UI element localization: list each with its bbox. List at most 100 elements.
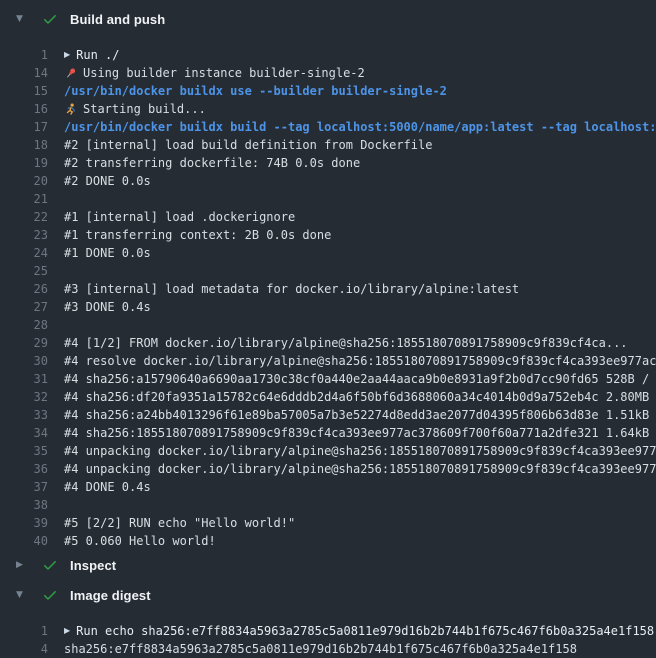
line-text: #2 [internal] load build definition from… xyxy=(64,136,432,154)
line-text: Using builder instance builder-single-2 xyxy=(83,64,365,82)
log-line: 23 #1 transferring context: 2B 0.0s done xyxy=(0,226,656,244)
log-line: 19 #2 transferring dockerfile: 74B 0.0s … xyxy=(0,154,656,172)
line-content: #4 DONE 0.4s xyxy=(64,478,151,496)
log-line: 16 Starting build... xyxy=(0,100,656,118)
line-text: Run echo sha256:e7ff8834a5963a2785c5a081… xyxy=(76,622,654,640)
log-line: 24 #1 DONE 0.0s xyxy=(0,244,656,262)
line-number[interactable]: 37 xyxy=(0,478,48,496)
line-number[interactable]: 1 xyxy=(0,46,48,64)
log-line: 36 #4 unpacking docker.io/library/alpine… xyxy=(0,460,656,478)
line-number[interactable]: 33 xyxy=(0,406,48,424)
line-number[interactable]: 27 xyxy=(0,298,48,316)
line-number[interactable]: 28 xyxy=(0,316,48,334)
line-number[interactable]: 35 xyxy=(0,442,48,460)
line-text: #3 [internal] load metadata for docker.i… xyxy=(64,280,519,298)
line-number[interactable]: 29 xyxy=(0,334,48,352)
line-text: #5 0.060 Hello world! xyxy=(64,532,216,550)
line-content: #5 [2/2] RUN echo "Hello world!" xyxy=(64,514,295,532)
line-content: /usr/bin/docker buildx build --tag local… xyxy=(64,118,656,136)
log-line: 17 /usr/bin/docker buildx build --tag lo… xyxy=(0,118,656,136)
line-number[interactable]: 32 xyxy=(0,388,48,406)
chevron-down-icon: ▼ xyxy=(16,14,30,24)
log-line: 26 #3 [internal] load metadata for docke… xyxy=(0,280,656,298)
line-number[interactable]: 38 xyxy=(0,496,48,514)
log-section: ▶ Inspect xyxy=(0,550,656,580)
line-text: #1 [internal] load .dockerignore xyxy=(64,208,295,226)
line-content: #4 sha256:185518070891758909c9f839cf4ca3… xyxy=(64,424,656,442)
success-check-icon xyxy=(42,11,58,27)
line-text: #3 DONE 0.4s xyxy=(64,298,151,316)
line-number[interactable]: 15 xyxy=(0,82,48,100)
line-text: #4 resolve docker.io/library/alpine@sha2… xyxy=(64,352,656,370)
line-content: Using builder instance builder-single-2 xyxy=(64,64,365,82)
line-number[interactable]: 23 xyxy=(0,226,48,244)
line-content: #1 transferring context: 2B 0.0s done xyxy=(64,226,331,244)
line-text: /usr/bin/docker buildx build --tag local… xyxy=(64,118,656,136)
line-number[interactable]: 34 xyxy=(0,424,48,442)
line-content: #4 unpacking docker.io/library/alpine@sh… xyxy=(64,442,656,460)
line-number[interactable]: 20 xyxy=(0,172,48,190)
log-line: 15 /usr/bin/docker buildx use --builder … xyxy=(0,82,656,100)
log-line: 22 #1 [internal] load .dockerignore xyxy=(0,208,656,226)
line-content: #4 sha256:a15790640a6690aa1730c38cf0a440… xyxy=(64,370,656,388)
runner-icon xyxy=(64,103,77,116)
line-content: #2 [internal] load build definition from… xyxy=(64,136,432,154)
line-text: #4 sha256:a24bb4013296f61e89ba57005a7b3e… xyxy=(64,406,656,424)
line-text: #4 sha256:a15790640a6690aa1730c38cf0a440… xyxy=(64,370,656,388)
success-check-icon xyxy=(42,587,58,603)
line-content: Starting build... xyxy=(64,100,206,118)
line-text: #4 [1/2] FROM docker.io/library/alpine@s… xyxy=(64,334,628,352)
section-log-lines: 1 ▶ Run echo sha256:e7ff8834a5963a2785c5… xyxy=(0,610,656,658)
log-line: 20 #2 DONE 0.0s xyxy=(0,172,656,190)
line-number[interactable]: 19 xyxy=(0,154,48,172)
success-check-icon xyxy=(42,557,58,573)
log-line: 31 #4 sha256:a15790640a6690aa1730c38cf0a… xyxy=(0,370,656,388)
line-content: #2 DONE 0.0s xyxy=(64,172,151,190)
section-header-image-digest[interactable]: ▼ Image digest xyxy=(0,580,656,610)
line-number[interactable]: 22 xyxy=(0,208,48,226)
line-content: ▶ Run echo sha256:e7ff8834a5963a2785c5a0… xyxy=(64,622,654,640)
line-content: #3 DONE 0.4s xyxy=(64,298,151,316)
log-line: 32 #4 sha256:df20fa9351a15782c64e6dddb2d… xyxy=(0,388,656,406)
line-number[interactable]: 4 xyxy=(0,640,48,658)
line-number[interactable]: 18 xyxy=(0,136,48,154)
log-line: 21 xyxy=(0,190,656,208)
line-number[interactable]: 36 xyxy=(0,460,48,478)
line-content: #4 sha256:a24bb4013296f61e89ba57005a7b3e… xyxy=(64,406,656,424)
chevron-down-icon: ▼ xyxy=(16,590,30,600)
log-line: 30 #4 resolve docker.io/library/alpine@s… xyxy=(0,352,656,370)
line-text: #4 DONE 0.4s xyxy=(64,478,151,496)
section-header-inspect[interactable]: ▶ Inspect xyxy=(0,550,656,580)
line-content: #1 DONE 0.0s xyxy=(64,244,151,262)
line-text: #4 unpacking docker.io/library/alpine@sh… xyxy=(64,442,656,460)
section-title: Build and push xyxy=(70,12,165,27)
line-content: #4 sha256:df20fa9351a15782c64e6dddb2d4a6… xyxy=(64,388,656,406)
line-number[interactable]: 24 xyxy=(0,244,48,262)
pushpin-icon xyxy=(64,67,77,80)
log-line: 38 xyxy=(0,496,656,514)
line-text: #4 sha256:185518070891758909c9f839cf4ca3… xyxy=(64,424,656,442)
line-number[interactable]: 25 xyxy=(0,262,48,280)
log-line: 35 #4 unpacking docker.io/library/alpine… xyxy=(0,442,656,460)
log-line: 34 #4 sha256:185518070891758909c9f839cf4… xyxy=(0,424,656,442)
line-number[interactable]: 16 xyxy=(0,100,48,118)
line-text: #1 transferring context: 2B 0.0s done xyxy=(64,226,331,244)
line-number[interactable]: 17 xyxy=(0,118,48,136)
log-line: 4 sha256:e7ff8834a5963a2785c5a0811e979d1… xyxy=(0,640,656,658)
line-number[interactable]: 14 xyxy=(0,64,48,82)
section-header-build-and-push[interactable]: ▼ Build and push xyxy=(0,4,656,34)
line-number[interactable]: 31 xyxy=(0,370,48,388)
line-number[interactable]: 39 xyxy=(0,514,48,532)
line-number[interactable]: 21 xyxy=(0,190,48,208)
run-expander-icon[interactable]: ▶ xyxy=(64,46,70,64)
line-number[interactable]: 26 xyxy=(0,280,48,298)
log-line: 37 #4 DONE 0.4s xyxy=(0,478,656,496)
line-text: Run ./ xyxy=(76,46,119,64)
run-expander-icon[interactable]: ▶ xyxy=(64,622,70,640)
line-number[interactable]: 1 xyxy=(0,622,48,640)
log-line: 40 #5 0.060 Hello world! xyxy=(0,532,656,550)
log-section: ▼ Build and push 1 ▶ Run ./ 14 xyxy=(0,4,656,550)
log-viewer: ▼ Build and push 1 ▶ Run ./ 14 xyxy=(0,0,656,658)
line-number[interactable]: 40 xyxy=(0,532,48,550)
line-number[interactable]: 30 xyxy=(0,352,48,370)
